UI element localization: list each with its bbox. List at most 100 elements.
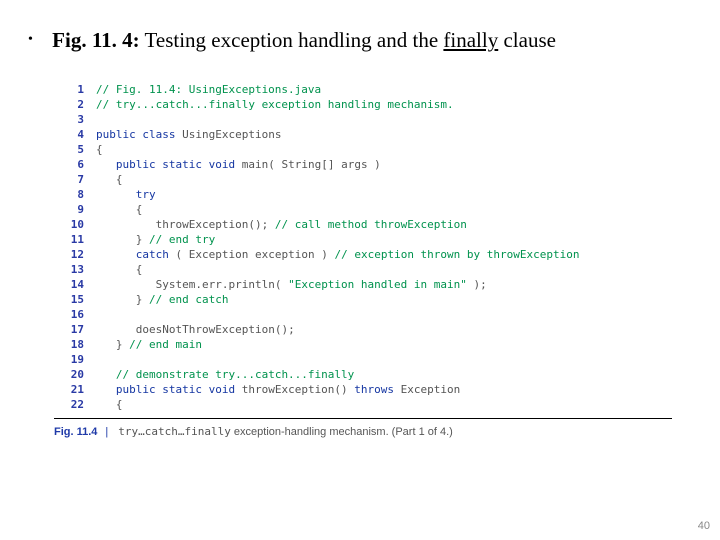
code-row: 10 throwException(); // call method thro… xyxy=(54,217,672,232)
code-figure: 1// Fig. 11.4: UsingExceptions.java2// t… xyxy=(54,76,672,438)
code-row: 14 System.err.println( "Exception handle… xyxy=(54,277,672,292)
line-number: 7 xyxy=(54,172,96,187)
code-token: ( xyxy=(169,248,189,261)
caption-text: try…catch…finally exception-handling mec… xyxy=(118,425,453,438)
code-token: public static void xyxy=(116,158,235,171)
code-token: doesNotThrowException(); xyxy=(136,323,295,336)
code-token xyxy=(96,233,136,246)
caption-separator: | xyxy=(105,426,108,438)
code-row: 4public class UsingExceptions xyxy=(54,127,672,142)
code-content: throwException(); // call method throwEx… xyxy=(96,217,672,232)
caption-label: Fig. 11.4 xyxy=(54,426,97,438)
code-row: 1// Fig. 11.4: UsingExceptions.java xyxy=(54,82,672,97)
code-token xyxy=(96,263,136,276)
code-content: System.err.println( "Exception handled i… xyxy=(96,277,672,292)
code-token xyxy=(96,173,116,186)
code-token: // call method throwException xyxy=(268,218,467,231)
line-number: 16 xyxy=(54,307,96,322)
code-token: Exception exception xyxy=(189,248,315,261)
code-token: UsingExceptions xyxy=(175,128,281,141)
code-token: System.err.println( xyxy=(156,278,282,291)
line-number: 11 xyxy=(54,232,96,247)
code-token: public class xyxy=(96,128,175,141)
code-token: { xyxy=(116,173,123,186)
code-row: 12 catch ( Exception exception ) // exce… xyxy=(54,247,672,262)
line-number: 17 xyxy=(54,322,96,337)
page-number: 40 xyxy=(698,520,710,532)
line-number: 18 xyxy=(54,337,96,352)
code-token: // exception thrown by throwException xyxy=(328,248,580,261)
code-row: 8 try xyxy=(54,187,672,202)
code-row: 9 { xyxy=(54,202,672,217)
code-content: { xyxy=(96,202,672,217)
code-content: } // end try xyxy=(96,232,672,247)
line-number: 19 xyxy=(54,352,96,367)
code-token xyxy=(96,158,116,171)
line-number: 6 xyxy=(54,157,96,172)
code-token: { xyxy=(136,263,143,276)
code-token: { xyxy=(116,398,123,411)
slide-bullet: • Fig. 11. 4: Testing exception handling… xyxy=(28,28,556,53)
code-content: { xyxy=(96,142,672,157)
code-token: // Fig. 11.4: UsingExceptions.java xyxy=(96,83,321,96)
code-token: try xyxy=(136,188,156,201)
code-token: // demonstrate try...catch...finally xyxy=(116,368,354,381)
code-token: // end try xyxy=(142,233,215,246)
code-token: main xyxy=(235,158,268,171)
code-row: 13 { xyxy=(54,262,672,277)
code-row: 21 public static void throwException() t… xyxy=(54,382,672,397)
code-content: public class UsingExceptions xyxy=(96,127,672,142)
code-token: } xyxy=(116,338,123,351)
code-content: catch ( Exception exception ) // excepti… xyxy=(96,247,672,262)
code-token: String[] args xyxy=(281,158,367,171)
code-token: { xyxy=(96,143,103,156)
figure-label: Fig. 11. 4: xyxy=(52,28,140,52)
line-number: 15 xyxy=(54,292,96,307)
line-number: 4 xyxy=(54,127,96,142)
bullet-text-before: Testing exception handling and the xyxy=(140,28,444,52)
code-row: 16 xyxy=(54,307,672,322)
line-number: 20 xyxy=(54,367,96,382)
code-token xyxy=(96,248,136,261)
code-content: } // end main xyxy=(96,337,672,352)
code-token xyxy=(96,398,116,411)
code-row: 15 } // end catch xyxy=(54,292,672,307)
line-number: 14 xyxy=(54,277,96,292)
code-token xyxy=(96,293,136,306)
code-row: 18 } // end main xyxy=(54,337,672,352)
code-token: ); xyxy=(474,278,487,291)
code-row: 6 public static void main( String[] args… xyxy=(54,157,672,172)
code-token: // end catch xyxy=(142,293,228,306)
code-token: public static void xyxy=(116,383,235,396)
code-content: { xyxy=(96,397,672,412)
code-content: public static void main( String[] args ) xyxy=(96,157,672,172)
code-content: try xyxy=(96,187,672,202)
code-token: throwException() xyxy=(235,383,348,396)
line-number: 8 xyxy=(54,187,96,202)
code-content: doesNotThrowException(); xyxy=(96,322,672,337)
code-row: 2// try...catch...finally exception hand… xyxy=(54,97,672,112)
code-token: ) xyxy=(368,158,381,171)
code-content: } // end catch xyxy=(96,292,672,307)
code-token xyxy=(96,278,156,291)
code-token xyxy=(96,203,136,216)
code-token: catch xyxy=(136,248,169,261)
code-row: 19 xyxy=(54,352,672,367)
code-content: // demonstrate try...catch...finally xyxy=(96,367,672,382)
code-row: 11 } // end try xyxy=(54,232,672,247)
line-number: 9 xyxy=(54,202,96,217)
line-number: 22 xyxy=(54,397,96,412)
code-token: "Exception handled in main" xyxy=(281,278,473,291)
code-listing: 1// Fig. 11.4: UsingExceptions.java2// t… xyxy=(54,82,672,412)
code-token xyxy=(96,188,136,201)
line-number: 2 xyxy=(54,97,96,112)
code-row: 5{ xyxy=(54,142,672,157)
line-number: 3 xyxy=(54,112,96,127)
bullet-text-after: clause xyxy=(498,28,556,52)
line-number: 12 xyxy=(54,247,96,262)
code-token: Exception xyxy=(394,383,460,396)
code-row: 3 xyxy=(54,112,672,127)
caption-rest: exception-handling mechanism. (Part 1 of… xyxy=(231,426,453,438)
line-number: 13 xyxy=(54,262,96,277)
code-token: throwException(); xyxy=(156,218,269,231)
